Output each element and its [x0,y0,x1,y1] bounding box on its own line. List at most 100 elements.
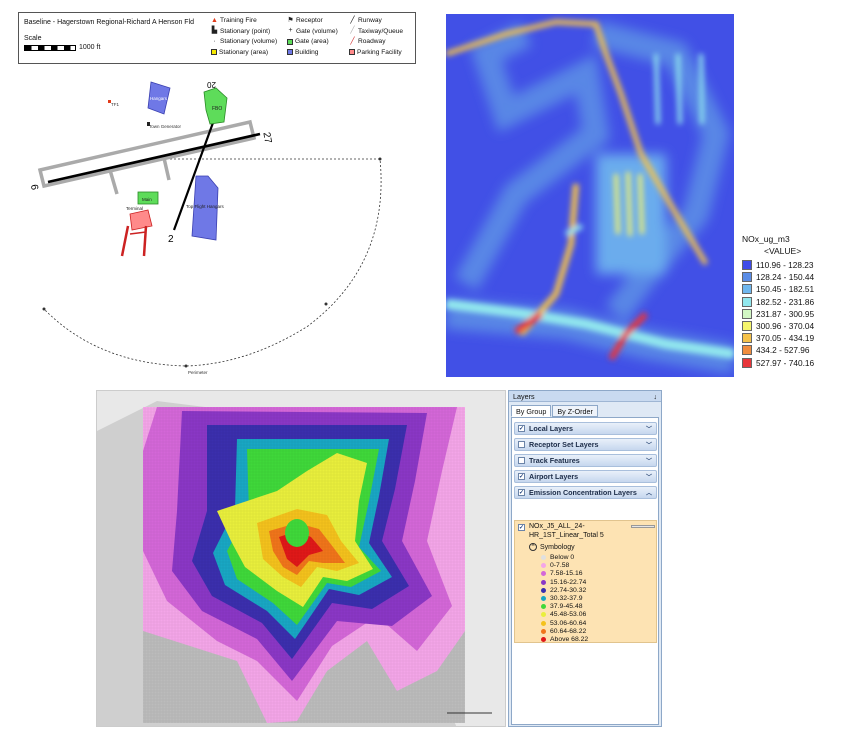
legend-item-label: Roadway [358,38,386,45]
label-runway-27: 27 [260,131,273,144]
concentration-layer-item[interactable]: ✓ NOx_J5_ALL_24- HR_1ST_Linear_Total 5 ^… [514,520,657,643]
label-fbo: FBO [212,106,222,112]
layers-pane: Layers ↓ By Group By Z-Order ✓ Local Layer… [508,390,662,727]
raster-legend-label: 182.52 - 231.86 [756,296,815,307]
legend-line-icon: ╱ [350,27,355,34]
pin-icon[interactable]: ↓ [653,392,657,401]
symbology-row: 53.06-60.64 [541,620,586,627]
layer-group-track-features[interactable]: Track Features ﹀ [514,454,657,467]
group-checkbox[interactable]: ✓ [518,489,525,496]
symbology-label: 15.16-22.74 [550,578,587,586]
perimeter-node [184,364,188,368]
symbology-swatch [541,596,546,601]
opacity-slider[interactable] [631,525,655,528]
stack-icon: ▙ [211,27,218,34]
group-label: Airport Layers [529,472,579,481]
legend-item: ▙ Stationary (point) [211,27,271,35]
map-legend-box: Baseline - Hagerstown Regional-Richard A… [18,12,416,64]
raster-legend-swatch [742,357,752,368]
nox-raster-legend: NOx_ug_m3 <VALUE> 110.96 - 128.23 128.24 … [742,234,856,384]
symbology-swatch [541,620,546,626]
label-runway-9: 9 [30,183,42,191]
tab-by-group[interactable]: By Group [511,405,552,417]
raster-legend-swatch [742,345,752,356]
chevron-down-icon[interactable]: ﹀ [646,472,652,481]
legend-item: Gate (area) [287,38,329,45]
label-town-generator: Town Generator [149,124,182,129]
nox-raster-panel [446,14,734,377]
roadway [142,225,148,257]
perimeter-node [42,307,46,311]
raster-legend-subtitle: <VALUE> [764,246,802,256]
chevron-down-icon[interactable]: ﹀ [646,440,652,449]
collapse-icon[interactable]: ^ [529,543,537,551]
group-checkbox[interactable] [518,441,525,448]
legend-item-label: Taxiway/Queue [358,27,404,35]
concentration-map [97,391,505,726]
layer-group-emission-concentration-layers[interactable]: ✓ Emission Concentration Layers ︿ [514,486,657,499]
legend-item-label: Runway [358,17,382,24]
chevron-down-icon[interactable]: ﹀ [646,424,652,433]
group-checkbox[interactable]: ✓ [518,425,525,432]
legend-item: ▲ Training Fire [211,17,257,25]
label-runway-2: 2 [168,234,174,245]
legend-line-icon: ╱ [350,16,355,24]
raster-legend-rows: 110.96 - 128.23 128.24 - 150.44 150.45 - 1… [742,259,856,369]
raster-legend-row: 527.97 - 740.16 [742,357,856,369]
raster-legend-swatch [742,260,752,271]
symbology-toggle[interactable]: ^ Symbology [529,543,575,551]
raster-legend-row: 150.45 - 182.51 [742,283,856,295]
legend-item-label: Stationary (point) [220,27,271,35]
raster-legend-row: 110.96 - 128.23 [742,259,856,271]
raster-legend-label: 231.87 - 300.95 [756,308,815,319]
layer-checkbox[interactable]: ✓ [518,524,525,531]
legend-item-label: Training Fire [220,17,257,24]
label-hangars: Hangars [150,96,168,101]
symbology-label: 0-7.58 [550,562,570,570]
runway-9-27 [47,132,261,184]
tab-by-z-order[interactable]: By Z-Order [552,405,598,417]
perimeter-node [324,302,328,306]
nox-raster-map [446,14,734,377]
legend-item: + Gate (volume) [287,27,338,35]
layer-group-airport-layers[interactable]: ✓ Airport Layers ﹀ [514,470,657,483]
symbology-row: 45.48-53.06 [541,611,586,618]
label-main: Main [142,197,152,202]
symbology-label: 60.64-68.22 [550,627,587,635]
chevron-down-icon[interactable]: ﹀ [646,456,652,465]
raster-legend-label: 150.45 - 182.51 [756,284,815,295]
grid-overlay [143,407,465,723]
group-checkbox[interactable] [518,457,525,464]
legend-swatch [211,49,217,55]
symbology-swatch [541,563,546,569]
group-label: Receptor Set Layers [529,440,599,449]
symbology-swatch [541,571,546,577]
group-checkbox[interactable]: ✓ [518,473,525,480]
symbology-row: 15.16-22.74 [541,579,586,586]
group-label: Emission Concentration Layers [529,488,637,497]
symbology-label: Above 68.22 [550,636,589,643]
legend-swatch [287,38,293,45]
legend-item-label: Parking Facility [357,48,402,56]
layers-titlebar: Layers ↓ [509,391,661,402]
label-runway-20: 20 [207,80,216,89]
label-terminal: Terminal [126,206,143,211]
chevron-up-icon[interactable]: ︿ [646,488,652,497]
raster-legend-label: 434.2 - 527.96 [756,345,810,356]
scale-label: Scale [24,35,42,42]
layer-group-receptor-set-layers[interactable]: Receptor Set Layers ﹀ [514,438,657,451]
legend-item: Parking Facility [349,49,402,56]
symbology-row: 60.64-68.22 [541,628,586,635]
layers-tree: ✓ Local Layers ﹀ Receptor Set Layers ﹀ Track … [511,417,659,725]
symbology-row: 0-7.58 [541,562,569,569]
symbology-row: 22.74-30.32 [541,587,586,594]
legend-item: ╱ Runway [349,16,382,25]
layer-group-local-layers[interactable]: ✓ Local Layers ﹀ [514,422,657,435]
raster-legend-row: 300.96 - 370.04 [742,320,856,332]
raster-legend-row: 182.52 - 231.86 [742,296,856,308]
legend-item-label: Gate (volume) [296,27,338,35]
label-tf1: TF1 [111,102,119,107]
raster-legend-label: 300.96 - 370.04 [756,321,815,332]
roadway [120,225,130,257]
scale-value: 1000 ft [79,44,101,51]
